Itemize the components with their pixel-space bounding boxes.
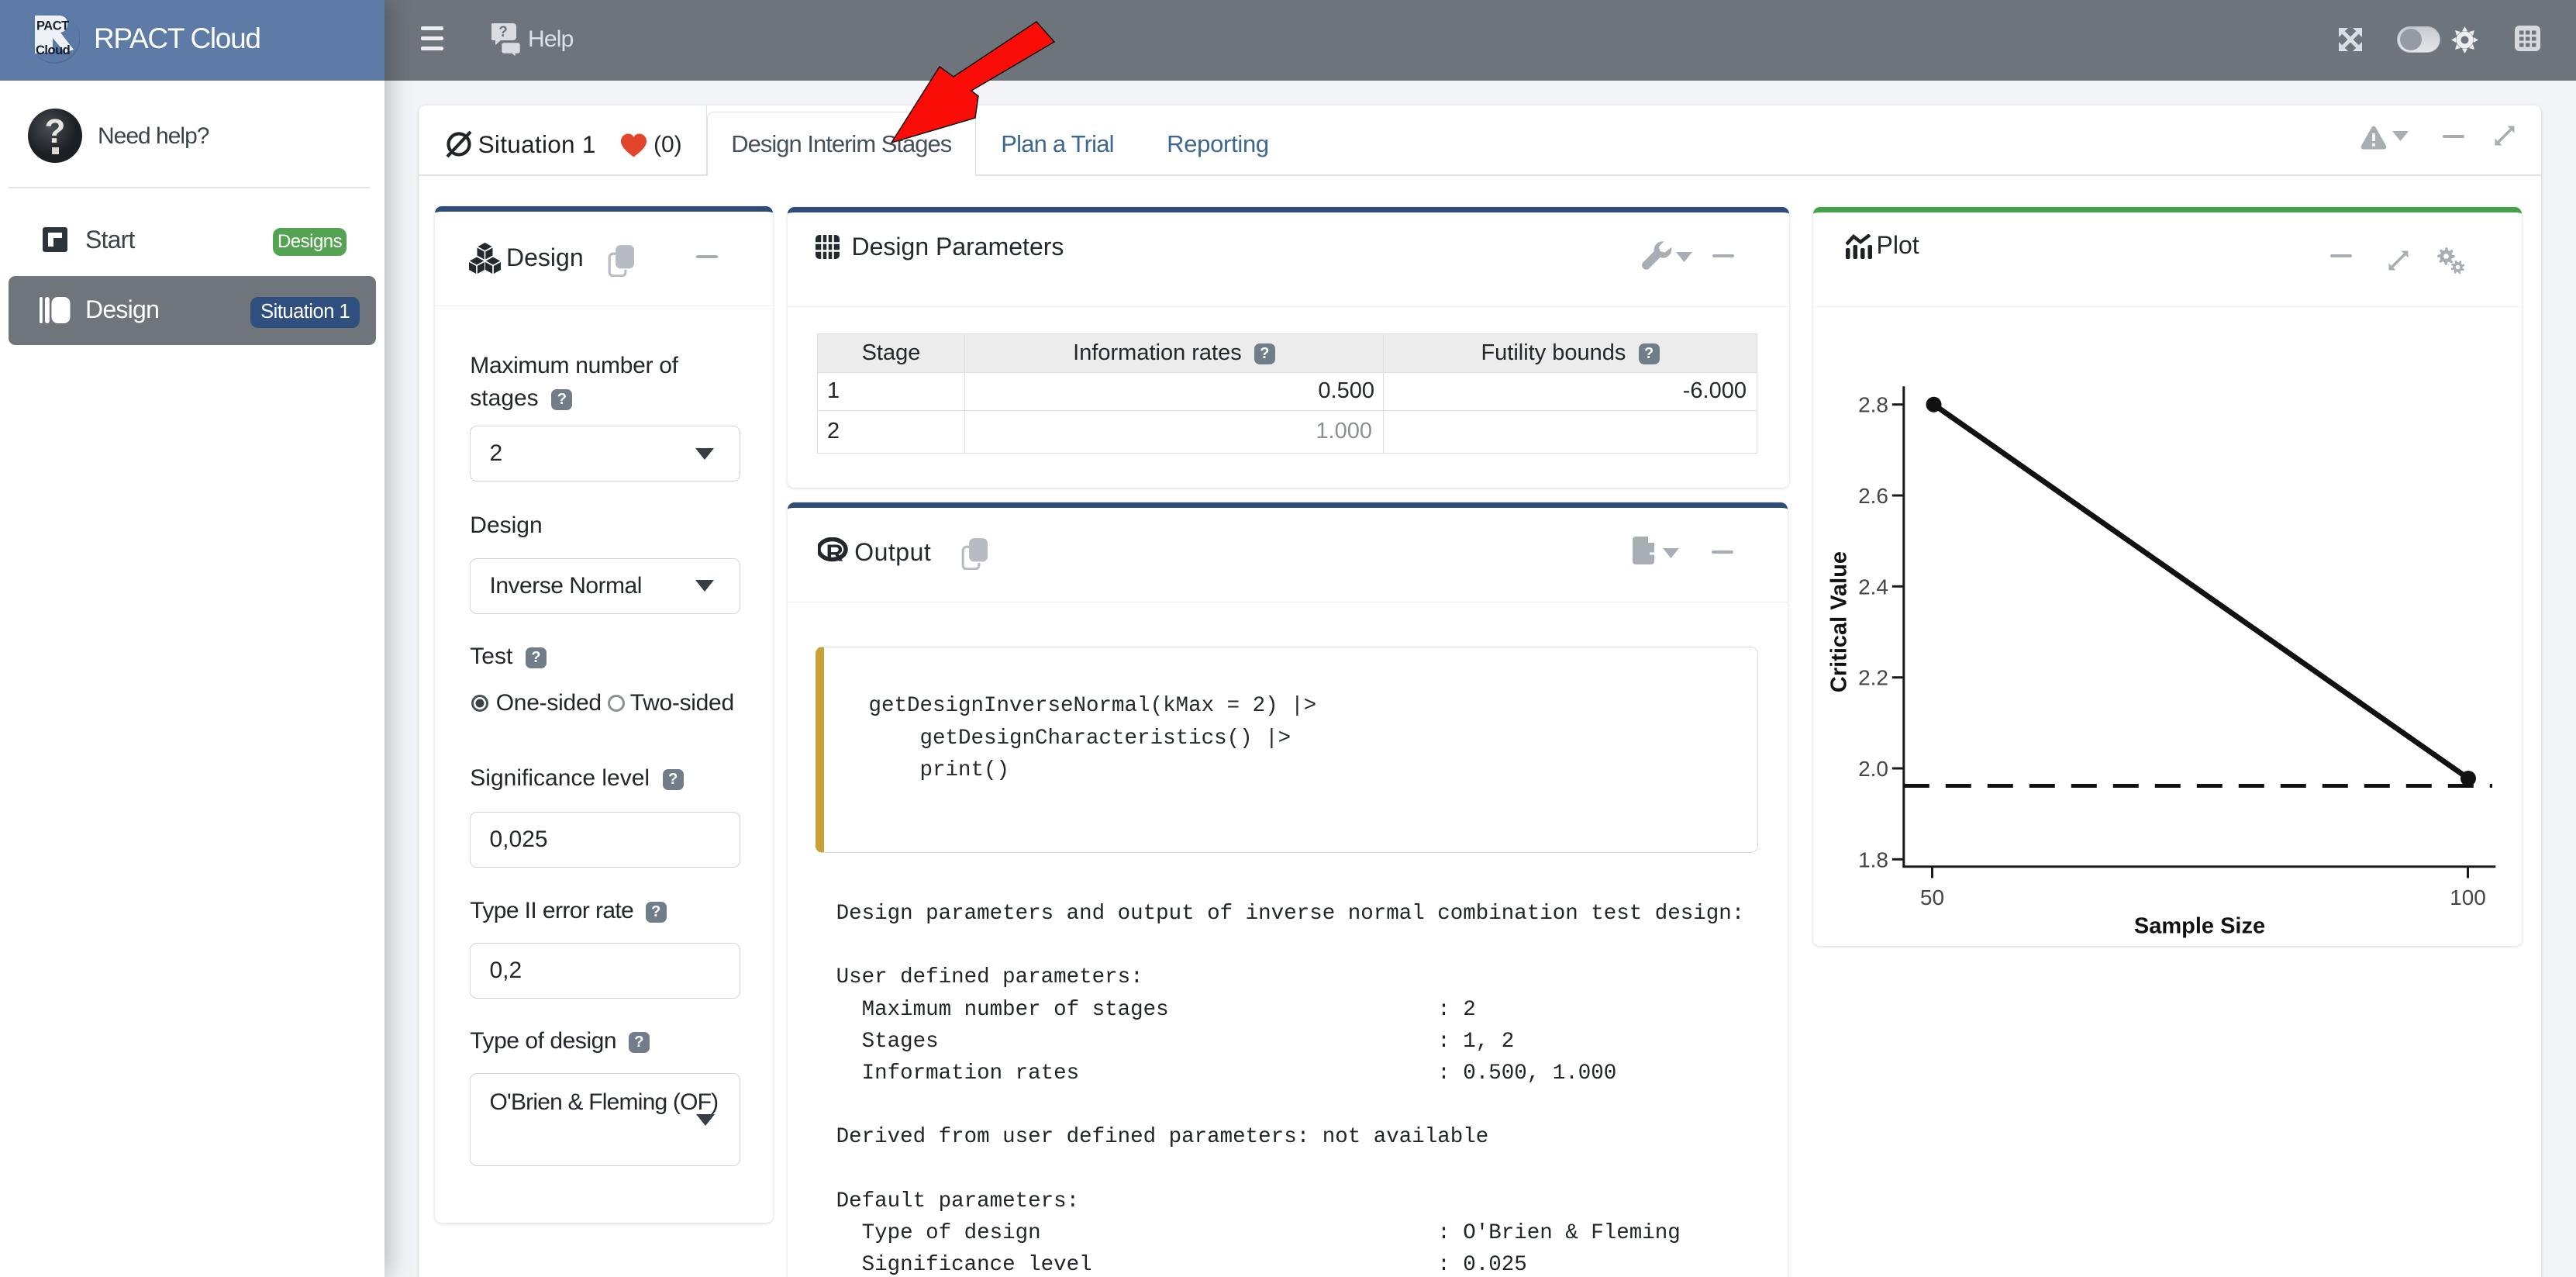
svg-text:Critical Value: Critical Value [1826,551,1851,692]
svg-text:2.0: 2.0 [1858,757,1888,781]
svg-text:Sample Size: Sample Size [2133,914,2264,939]
svg-text:2.4: 2.4 [1858,575,1888,599]
svg-text:100: 100 [2450,885,2486,909]
svg-text:PACT: PACT [36,19,69,33]
svg-text:50: 50 [1919,885,1943,909]
svg-text:?: ? [45,112,66,150]
svg-text:1.8: 1.8 [1858,847,1888,871]
svg-text:2.6: 2.6 [1858,484,1888,508]
svg-text:Cloud: Cloud [36,43,70,57]
svg-text:R: R [826,540,843,567]
svg-text:2.8: 2.8 [1858,393,1888,417]
svg-text:2.2: 2.2 [1858,666,1888,690]
svg-text:?: ? [498,24,508,40]
